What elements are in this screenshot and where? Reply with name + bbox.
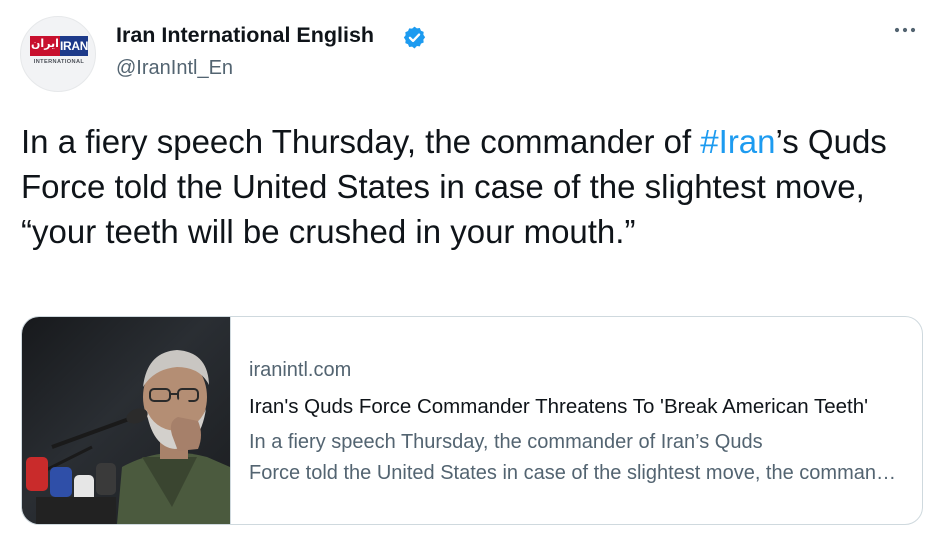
author-handle[interactable]: @IranIntl_En bbox=[116, 57, 233, 80]
iran-international-logo: ایران IRAN INTERNATIONAL bbox=[30, 36, 88, 70]
avatar[interactable]: ایران IRAN INTERNATIONAL bbox=[20, 16, 96, 92]
card-domain: iranintl.com bbox=[249, 359, 352, 381]
card-title: Iran's Quds Force Commander Threatens To… bbox=[249, 395, 869, 418]
card-thumbnail-image bbox=[22, 317, 231, 524]
tweet-text-before: In a fiery speech Thursday, the commande… bbox=[21, 123, 701, 160]
card-description-line-2: Force told the United States in case of … bbox=[249, 462, 899, 484]
card-description: In a fiery speech Thursday, the commande… bbox=[249, 427, 899, 489]
link-preview-card[interactable]: iranintl.com Iran's Quds Force Commander… bbox=[21, 316, 923, 525]
logo-farsi-text: ایران bbox=[31, 37, 59, 50]
verified-badge-icon bbox=[403, 26, 426, 49]
card-description-line-1: In a fiery speech Thursday, the commande… bbox=[249, 431, 763, 453]
logo-sub-text: INTERNATIONAL bbox=[33, 59, 85, 65]
author-name[interactable]: Iran International English bbox=[116, 23, 374, 48]
more-horizontal-icon[interactable] bbox=[890, 20, 920, 40]
speaker-photo-illustration bbox=[26, 350, 230, 524]
hashtag-link[interactable]: #Iran bbox=[700, 123, 775, 160]
tweet-text: In a fiery speech Thursday, the commande… bbox=[21, 119, 911, 254]
logo-latin-text: IRAN bbox=[60, 39, 89, 53]
